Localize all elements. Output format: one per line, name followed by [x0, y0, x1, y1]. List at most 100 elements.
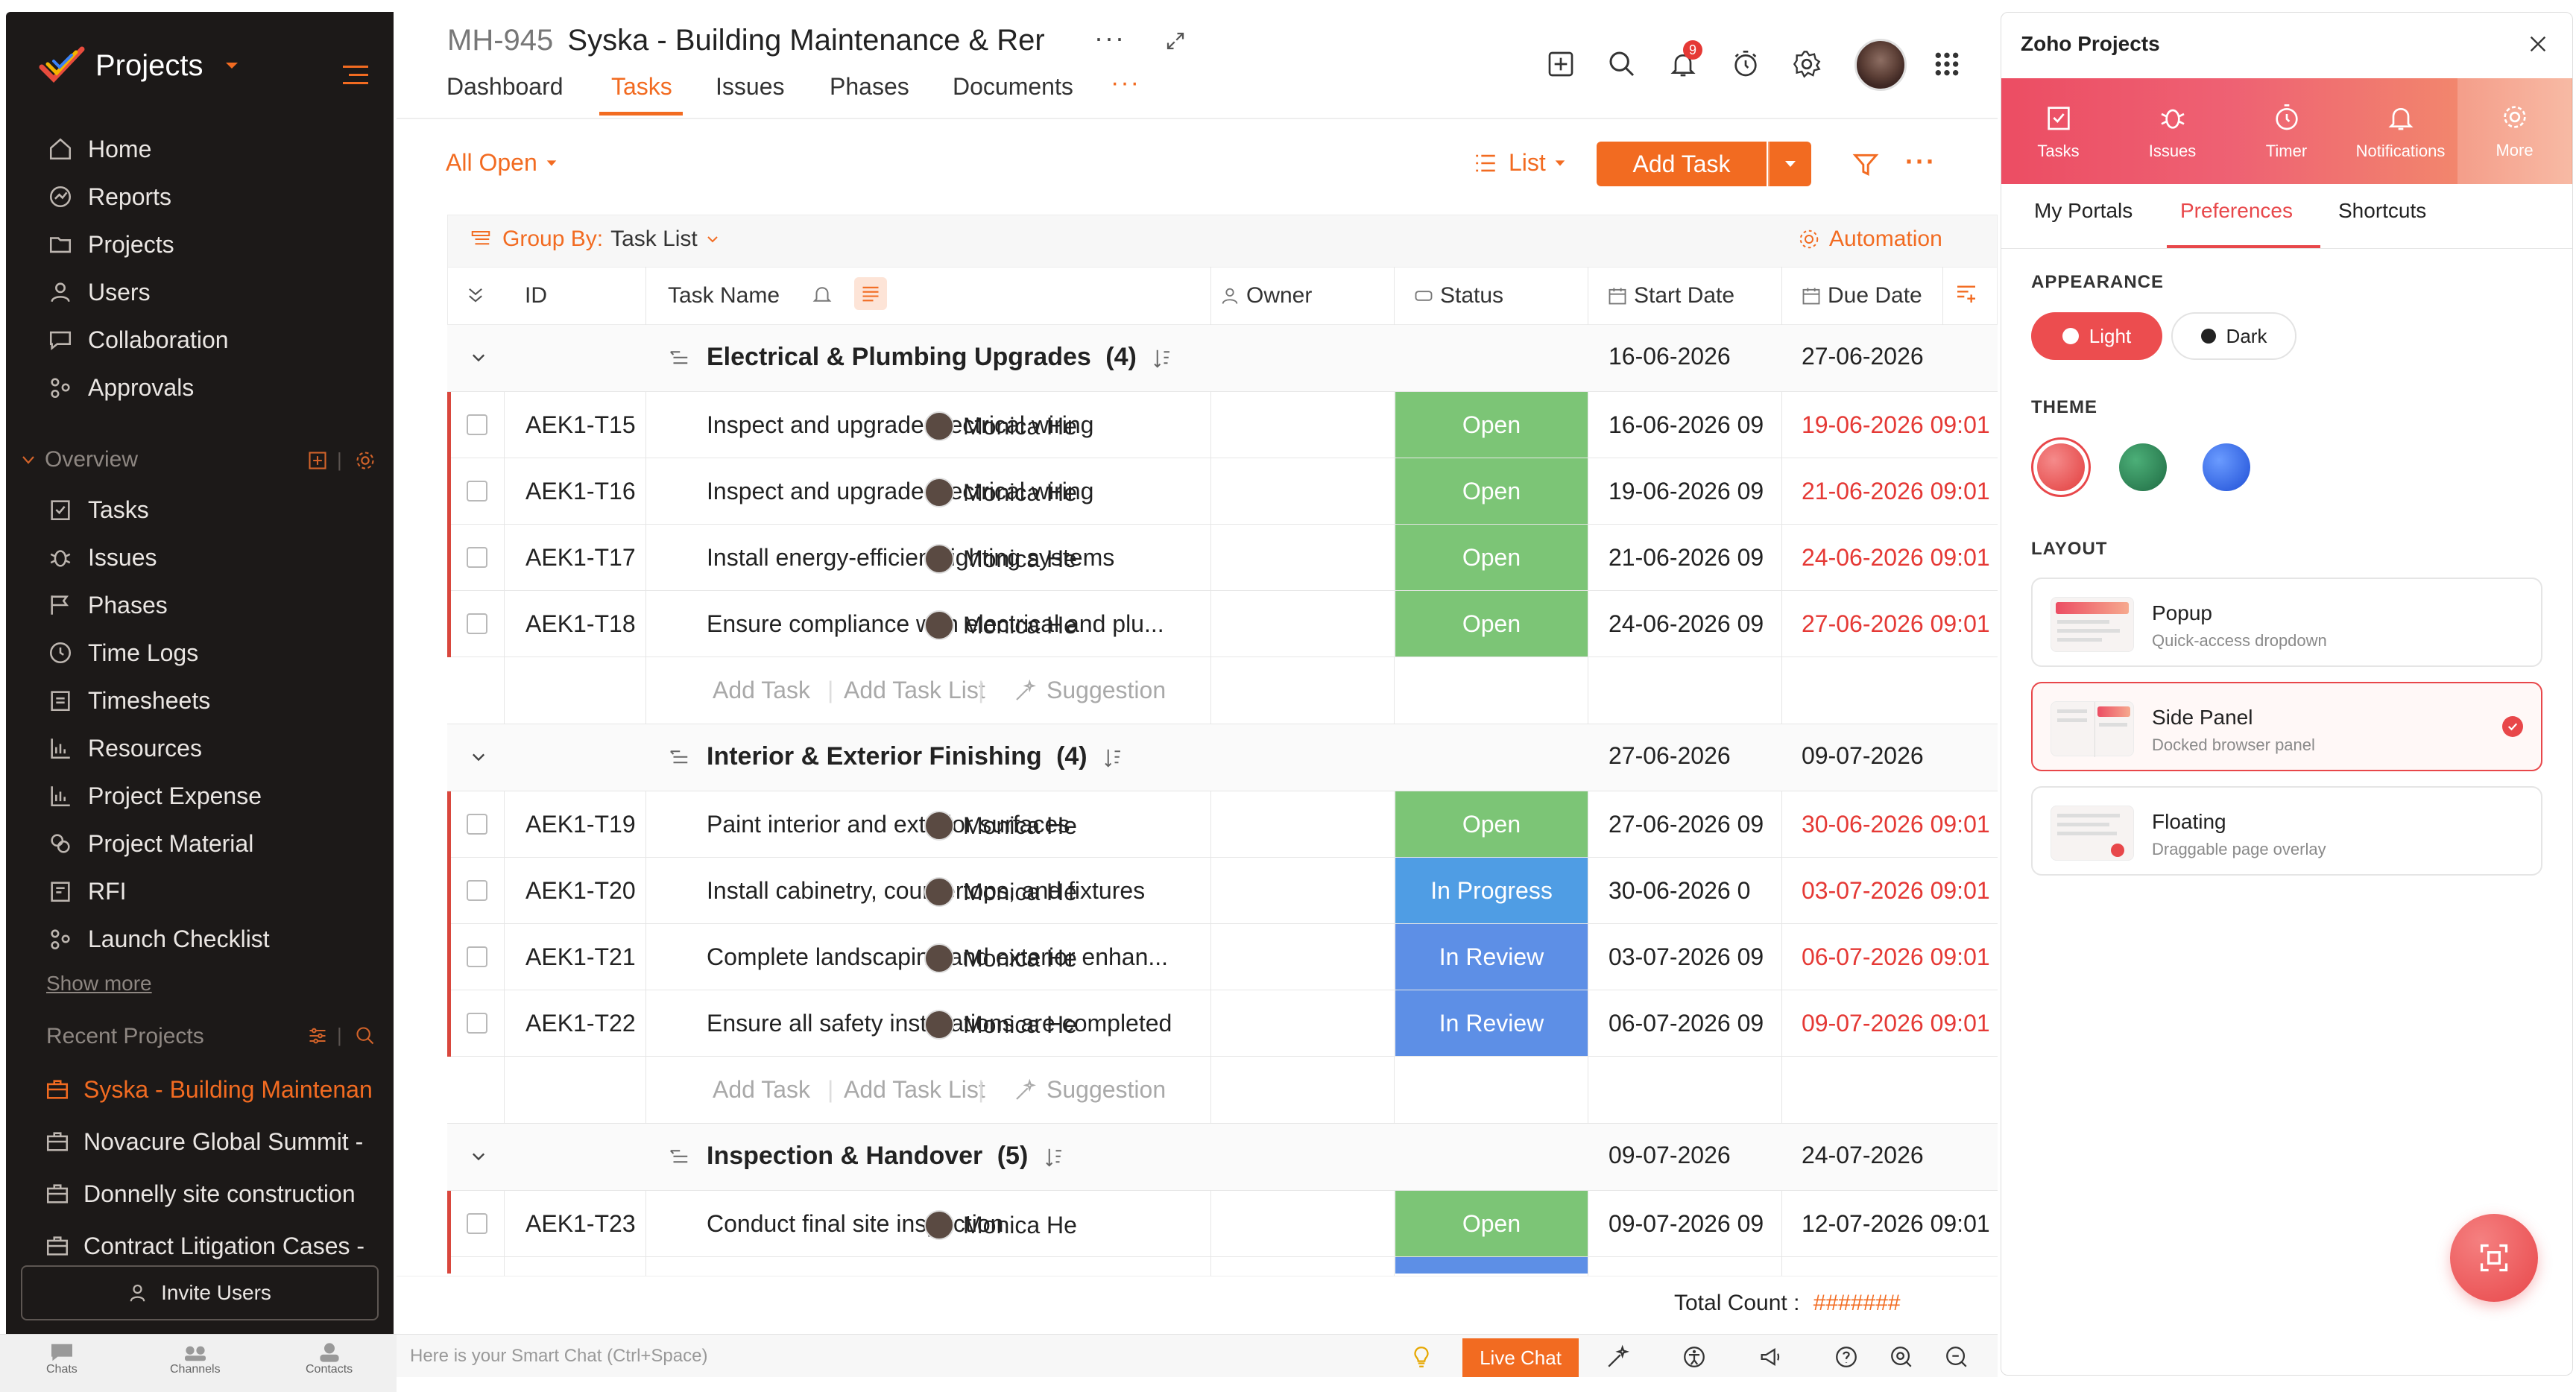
panel-tab-issues[interactable]: Issues: [2115, 86, 2229, 178]
table-row[interactable]: AEK1-T19 Paint interior and exterior surf…: [447, 791, 1998, 858]
status-badge[interactable]: Open: [1395, 591, 1588, 657]
suggestion-link[interactable]: Suggestion: [1014, 1076, 1213, 1104]
dark-mode-button[interactable]: Dark: [2171, 312, 2296, 360]
task-id[interactable]: AEK1-T17: [525, 544, 636, 572]
due-date[interactable]: 21-06-2026 09:01: [1802, 478, 1997, 505]
task-list-group[interactable]: Electrical & Plumbing Upgrades (4) 16-06…: [447, 325, 1998, 392]
live-chat-button[interactable]: Live Chat: [1462, 1338, 1579, 1377]
panel-tab-timer[interactable]: Timer: [2229, 86, 2343, 178]
due-date[interactable]: 06-07-2026 09:01: [1802, 943, 1997, 971]
row-checkbox[interactable]: [467, 613, 487, 634]
table-row[interactable]: AEK1-T21 Complete landscaping and exterio…: [447, 924, 1998, 990]
panel-tab-notifications[interactable]: Notifications: [2343, 86, 2457, 178]
column-header-due-date[interactable]: Due Date: [1801, 283, 1922, 309]
task-id[interactable]: AEK1-T22: [525, 1010, 636, 1037]
sidebar-item-users[interactable]: Users: [48, 274, 151, 310]
chevron-down-icon[interactable]: [470, 1148, 487, 1165]
subtab-my-portals[interactable]: My Portals: [2034, 199, 2133, 223]
recent-project-item[interactable]: Novacure Global Summit -: [45, 1124, 373, 1160]
start-date[interactable]: 09-07-2026 09: [1609, 1210, 1767, 1238]
search-icon[interactable]: [1607, 49, 1637, 79]
start-date[interactable]: 06-07-2026 09: [1609, 1010, 1767, 1037]
row-checkbox[interactable]: [467, 814, 487, 835]
add-task-link[interactable]: Add Task: [713, 1076, 810, 1104]
layout-option-floating[interactable]: Floating Draggable page overlay: [2031, 786, 2542, 876]
sidebar-item-project-material[interactable]: Project Material: [48, 826, 253, 861]
row-checkbox[interactable]: [467, 1213, 487, 1234]
more-tabs-icon[interactable]: ···: [1111, 69, 1140, 98]
search-icon[interactable]: [355, 1025, 376, 1046]
apps-grid-icon[interactable]: [1932, 49, 1962, 79]
sidebar-item-phases[interactable]: Phases: [48, 587, 168, 623]
sidebar-item-issues[interactable]: Issues: [48, 540, 157, 575]
theme-swatch-blue[interactable]: [2203, 443, 2250, 491]
add-task-link[interactable]: Add Task: [713, 677, 810, 704]
overview-section-header[interactable]: Overview: [21, 447, 138, 472]
task-list-group[interactable]: Interior & Exterior Finishing (4) 27-06-…: [447, 724, 1998, 791]
row-checkbox[interactable]: [467, 547, 487, 568]
magic-wand-icon[interactable]: [1606, 1344, 1631, 1370]
status-badge[interactable]: Open: [1395, 791, 1588, 857]
start-date[interactable]: 21-06-2026 09: [1609, 544, 1767, 572]
table-row[interactable]: AEK1-T16 Inspect and upgrade electrical w…: [447, 458, 1998, 525]
sidebar-item-collaboration[interactable]: Collaboration: [48, 322, 229, 358]
due-date[interactable]: 19-06-2026 09:01: [1802, 411, 1997, 439]
app-switcher[interactable]: Projects: [39, 45, 241, 86]
panel-tab-more[interactable]: More: [2457, 78, 2572, 184]
sidebar-item-tasks[interactable]: Tasks: [48, 492, 149, 528]
view-switcher[interactable]: List: [1473, 149, 1567, 177]
status-badge[interactable]: Open: [1395, 392, 1588, 458]
table-row[interactable]: AEK1-T17 Install energy-efficient lightin…: [447, 525, 1998, 591]
chevron-down-icon[interactable]: [470, 748, 487, 766]
add-task-list-link[interactable]: Add Task List: [844, 677, 985, 704]
swap-icon[interactable]: [1164, 30, 1187, 52]
status-badge[interactable]: In Progress: [1395, 858, 1588, 923]
show-more-link[interactable]: Show more: [46, 972, 152, 996]
recent-project-item[interactable]: Contract Litigation Cases -: [45, 1228, 373, 1264]
task-id[interactable]: AEK1-T23: [525, 1210, 636, 1238]
due-date[interactable]: 12-07-2026 09:01: [1802, 1210, 1997, 1238]
more-options-icon[interactable]: ···: [1094, 22, 1126, 54]
status-badge[interactable]: In Review: [1395, 924, 1588, 990]
task-id[interactable]: AEK1-T18: [525, 610, 636, 638]
close-icon[interactable]: [2526, 32, 2550, 56]
start-date[interactable]: 16-06-2026 09: [1609, 411, 1767, 439]
panel-tab-tasks[interactable]: Tasks: [2001, 86, 2115, 178]
task-owner[interactable]: Monica He: [924, 1210, 1096, 1240]
status-badge[interactable]: Open: [1395, 1191, 1588, 1256]
due-date[interactable]: 27-06-2026 09:01: [1802, 610, 1997, 638]
task-owner[interactable]: Monica He: [924, 811, 1096, 841]
timer-icon[interactable]: [1731, 49, 1761, 79]
layout-option-popup[interactable]: Popup Quick-access dropdown: [2031, 578, 2542, 667]
table-row[interactable]: AEK1-T20Install cabinetry, countertops, …: [447, 858, 1998, 924]
contacts-tab[interactable]: Contacts: [306, 1342, 353, 1376]
row-checkbox[interactable]: [467, 1013, 487, 1034]
task-id[interactable]: AEK1-T20: [525, 877, 636, 905]
light-mode-button[interactable]: Light: [2031, 312, 2162, 360]
group-by-selector[interactable]: Group By: Task List: [470, 227, 720, 252]
start-date[interactable]: 27-06-2026 09: [1609, 811, 1767, 838]
sidebar-item-rfi[interactable]: RFI: [48, 873, 127, 909]
add-column-icon[interactable]: [1954, 282, 1978, 306]
recent-project-item[interactable]: Syska - Building Maintenan: [45, 1072, 373, 1107]
help-icon[interactable]: [1834, 1344, 1859, 1370]
sidebar-item-launch-checklist[interactable]: Launch Checklist: [48, 921, 270, 957]
task-owner[interactable]: Monica He: [924, 877, 1096, 907]
gear-icon[interactable]: [355, 450, 376, 471]
sidebar-item-project-expense[interactable]: Project Expense: [48, 778, 262, 814]
reminder-bell-icon[interactable]: [811, 283, 833, 306]
theme-swatch-red[interactable]: [2031, 437, 2091, 497]
zoom-in-icon[interactable]: [1889, 1344, 1914, 1370]
floating-action-button[interactable]: [2450, 1214, 2538, 1302]
start-date[interactable]: 03-07-2026 09: [1609, 943, 1767, 971]
announcement-icon[interactable]: [1758, 1344, 1783, 1370]
column-settings-button[interactable]: [854, 277, 887, 310]
chevron-down-icon[interactable]: [470, 349, 487, 367]
task-owner[interactable]: Monica He: [924, 1010, 1096, 1040]
task-owner[interactable]: Monica He: [924, 943, 1096, 973]
status-badge[interactable]: Open: [1395, 458, 1588, 524]
due-date[interactable]: 09-07-2026 09:01: [1802, 1010, 1997, 1037]
theme-swatch-green[interactable]: [2119, 443, 2167, 491]
sidebar-item-approvals[interactable]: Approvals: [48, 370, 194, 405]
table-row[interactable]: AEK1-T15 Inspect and upgrade electrical w…: [447, 392, 1998, 458]
